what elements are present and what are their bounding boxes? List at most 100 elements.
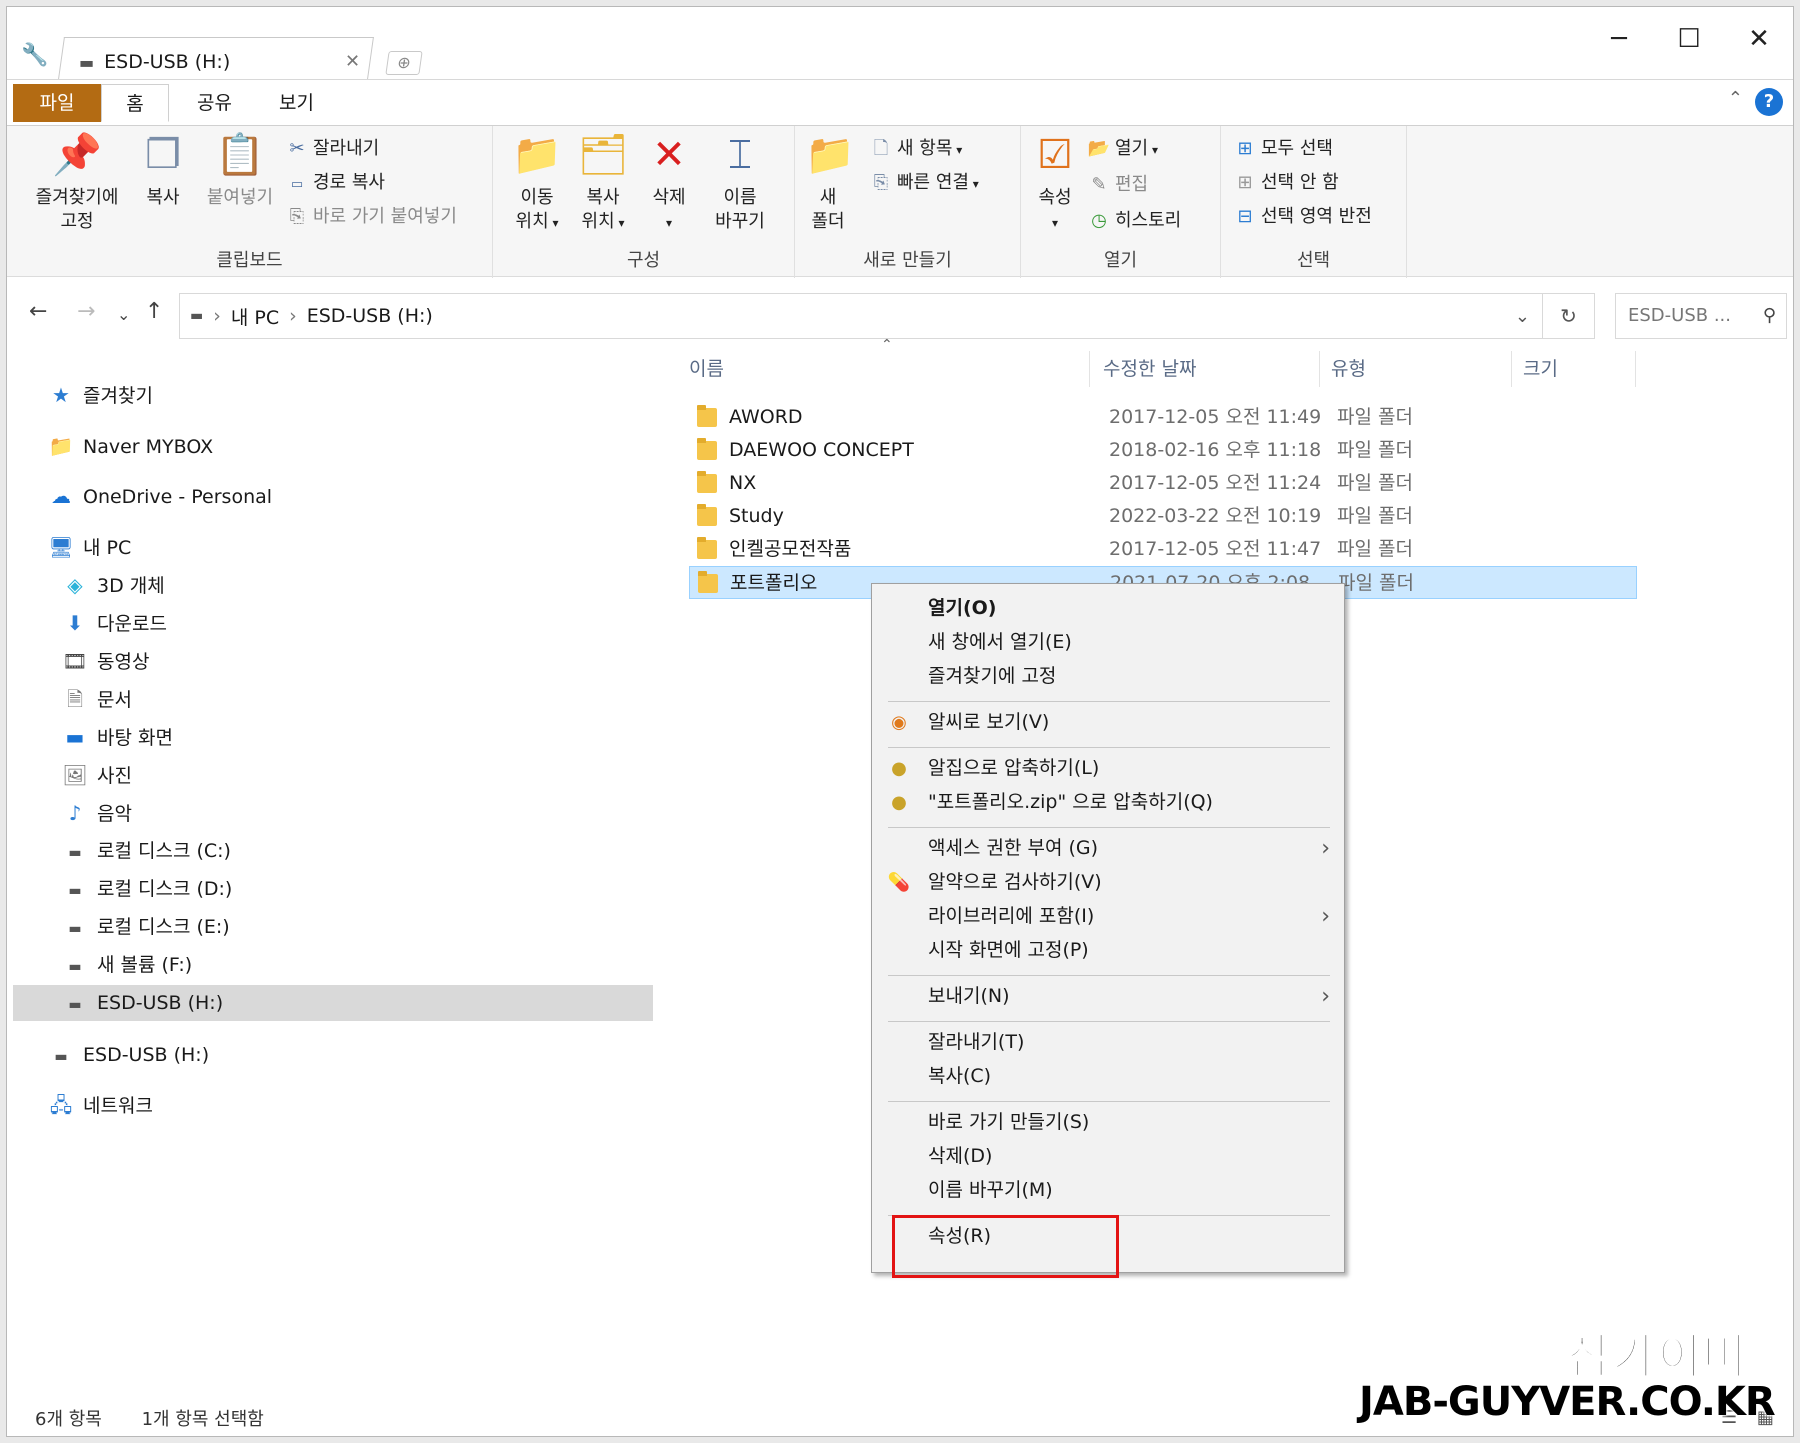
- menu-pin-start[interactable]: 시작 화면에 고정(P): [872, 934, 1344, 967]
- menu-alyac[interactable]: 💊 알약으로 검사하기(V): [872, 866, 1344, 899]
- menu-delete[interactable]: 삭제(D): [872, 1140, 1344, 1173]
- select-none-button[interactable]: ⊞ 선택 안 함: [1233, 168, 1338, 198]
- paste-button[interactable]: 📋 붙여넣기: [195, 130, 285, 210]
- wrench-icon[interactable]: 🔧: [21, 43, 48, 68]
- copy-path-button[interactable]: ▭ 경로 복사: [285, 168, 385, 198]
- breadcrumb-separator-icon[interactable]: ›: [289, 305, 297, 327]
- copy-button[interactable]: ❐ 복사: [133, 130, 193, 210]
- nav-this-pc[interactable]: 🖥 내 PC: [47, 529, 131, 565]
- easy-access-icon: ⎘: [873, 172, 889, 193]
- select-all-button[interactable]: ⊞ 모두 선택: [1233, 134, 1333, 164]
- menu-give-access[interactable]: 액세스 권한 부여 (G) ›: [872, 832, 1344, 865]
- title-bar: 🔧 ▬ ESD-USB (H:) ✕ ⊕ ─ ☐ ✕: [7, 7, 1793, 79]
- nav-mybox[interactable]: 📁 Naver MYBOX: [47, 428, 214, 464]
- folder-icon: [698, 571, 718, 593]
- nav-disk-d[interactable]: ▬ 로컬 디스크 (D:): [61, 871, 232, 907]
- menu-open[interactable]: 열기(O): [872, 592, 1344, 625]
- back-arrow-icon[interactable]: ←: [29, 299, 47, 324]
- nav-disk-c[interactable]: ▬ 로컬 디스크 (C:): [61, 833, 231, 869]
- address-row: ← → ⌄ ↑ ▬ › 내 PC › ESD-USB (H:) ⌄ ↻ ESD-…: [7, 291, 1793, 341]
- column-date[interactable]: 수정한 날짜: [1103, 351, 1196, 387]
- column-type[interactable]: 유형: [1331, 351, 1366, 387]
- nav-desktop[interactable]: ▬ 바탕 화면: [61, 719, 173, 755]
- nav-network[interactable]: 🖧 네트워크: [47, 1087, 153, 1123]
- breadcrumb-separator-icon[interactable]: ›: [213, 305, 221, 327]
- edit-button[interactable]: ✎ 편집: [1087, 170, 1148, 200]
- menu-alzip-named[interactable]: ● "포트폴리오.zip" 으로 압축하기(Q): [872, 786, 1344, 819]
- address-dropdown-icon[interactable]: ⌄: [1515, 306, 1530, 327]
- nav-music[interactable]: ♪ 음악: [61, 795, 132, 831]
- address-bar[interactable]: ▬ › 내 PC › ESD-USB (H:) ⌄: [179, 293, 1543, 339]
- column-divider[interactable]: [1511, 351, 1512, 387]
- tab-close-icon[interactable]: ✕: [345, 51, 360, 72]
- up-arrow-icon[interactable]: ↑: [145, 299, 163, 324]
- move-folder-icon: 📁: [512, 132, 562, 178]
- tab-view[interactable]: 보기: [259, 84, 334, 122]
- submenu-arrow-icon: ›: [1321, 984, 1330, 1009]
- paste-shortcut-button[interactable]: ⎘ 바로 가기 붙여넣기: [285, 202, 457, 232]
- nav-disk-h[interactable]: ▬ ESD-USB (H:): [13, 985, 653, 1021]
- new-item-button[interactable]: 🗋 새 항목 ▾: [869, 134, 963, 164]
- file-row[interactable]: Study 2022-03-22 오전 10:19 파일 폴더: [689, 500, 1637, 533]
- file-row[interactable]: AWORD 2017-12-05 오전 11:49 파일 폴더: [689, 401, 1637, 434]
- column-divider[interactable]: [1089, 351, 1090, 387]
- help-icon[interactable]: ?: [1755, 88, 1783, 116]
- menu-pin-quick-access[interactable]: 즐겨찾기에 고정: [872, 660, 1344, 693]
- menu-include-library[interactable]: 라이브러리에 포함(I) ›: [872, 900, 1344, 933]
- refresh-icon[interactable]: ↻: [1543, 293, 1595, 339]
- nav-disk-e[interactable]: ▬ 로컬 디스크 (E:): [61, 909, 229, 945]
- tab-file[interactable]: 파일: [13, 84, 101, 122]
- recent-chevron-icon[interactable]: ⌄: [117, 305, 130, 324]
- history-button[interactable]: ◷ 히스토리: [1087, 206, 1181, 236]
- invert-selection-button[interactable]: ⊟ 선택 영역 반전: [1233, 202, 1371, 232]
- menu-create-shortcut[interactable]: 바로 가기 만들기(S): [872, 1106, 1344, 1139]
- cut-button[interactable]: ✂ 잘라내기: [285, 134, 379, 164]
- search-input[interactable]: ESD-USB ... ⚲: [1615, 293, 1787, 339]
- nav-3d-objects[interactable]: ◈ 3D 개체: [61, 567, 164, 603]
- file-row[interactable]: NX 2017-12-05 오전 11:24 파일 폴더: [689, 467, 1637, 500]
- move-to-button[interactable]: 📁 이동 위치 ▾: [509, 130, 565, 235]
- copy-to-button[interactable]: 🗂 복사 위치 ▾: [575, 130, 631, 235]
- file-row[interactable]: 인켈공모전작품 2017-12-05 오전 11:47 파일 폴더: [689, 533, 1637, 566]
- breadcrumb-current[interactable]: ESD-USB (H:): [307, 305, 433, 327]
- menu-copy[interactable]: 복사(C): [872, 1060, 1344, 1093]
- copy-folder-icon: 🗂: [577, 132, 629, 178]
- column-divider[interactable]: [1319, 351, 1320, 387]
- delete-button[interactable]: ✕ 삭제 ▾: [643, 130, 695, 235]
- close-button[interactable]: ✕: [1739, 19, 1779, 59]
- menu-send-to[interactable]: 보내기(N) ›: [872, 980, 1344, 1013]
- easy-access-button[interactable]: ⎘ 빠른 연결 ▾: [869, 168, 979, 198]
- tab-share[interactable]: 공유: [177, 84, 252, 122]
- menu-alzip[interactable]: ● 알집으로 압축하기(L): [872, 752, 1344, 785]
- forward-arrow-icon[interactable]: →: [77, 299, 95, 324]
- nav-usb[interactable]: ▬ ESD-USB (H:): [47, 1037, 209, 1073]
- drive-icon: ▬: [68, 997, 82, 1013]
- nav-downloads[interactable]: ⬇ 다운로드: [61, 605, 167, 641]
- column-size[interactable]: 크기: [1523, 351, 1558, 387]
- maximize-button[interactable]: ☐: [1669, 19, 1709, 59]
- breadcrumb-this-pc[interactable]: 내 PC: [231, 303, 279, 330]
- file-row[interactable]: DAEWOO CONCEPT 2018-02-16 오후 11:18 파일 폴더: [689, 434, 1637, 467]
- open-button[interactable]: 📂 열기 ▾: [1087, 134, 1158, 164]
- nav-videos[interactable]: 🎞 동영상: [61, 643, 149, 679]
- menu-cut[interactable]: 잘라내기(T): [872, 1026, 1344, 1059]
- new-folder-button[interactable]: 📁 새 폴더: [805, 130, 855, 234]
- nav-disk-f[interactable]: ▬ 새 볼륨 (F:): [61, 947, 192, 983]
- rename-button[interactable]: ⌶ 이름 바꾸기: [707, 130, 773, 234]
- menu-alsee[interactable]: ◉ 알씨로 보기(V): [872, 706, 1344, 739]
- minimize-button[interactable]: ─: [1599, 19, 1639, 59]
- alsee-icon: ◉: [891, 712, 907, 733]
- menu-open-new-window[interactable]: 새 창에서 열기(E): [872, 626, 1344, 659]
- column-name[interactable]: 이름: [689, 351, 724, 387]
- menu-rename[interactable]: 이름 바꾸기(M): [872, 1174, 1344, 1207]
- column-divider[interactable]: [1635, 351, 1636, 387]
- nav-onedrive[interactable]: ☁ OneDrive - Personal: [47, 478, 272, 514]
- tab-home[interactable]: 홈: [101, 84, 169, 122]
- ribbon-collapse-icon[interactable]: ⌃: [1728, 88, 1743, 109]
- properties-button[interactable]: ☑ 속성 ▾: [1029, 130, 1081, 235]
- nav-favorites[interactable]: ★ 즐겨찾기: [47, 377, 153, 413]
- pin-quick-access-button[interactable]: 📌 즐겨찾기에 고정: [17, 130, 137, 234]
- nav-pictures[interactable]: 🖼 사진: [61, 757, 132, 793]
- nav-documents[interactable]: 🗎 문서: [61, 681, 132, 717]
- new-tab-button[interactable]: ⊕: [385, 51, 423, 75]
